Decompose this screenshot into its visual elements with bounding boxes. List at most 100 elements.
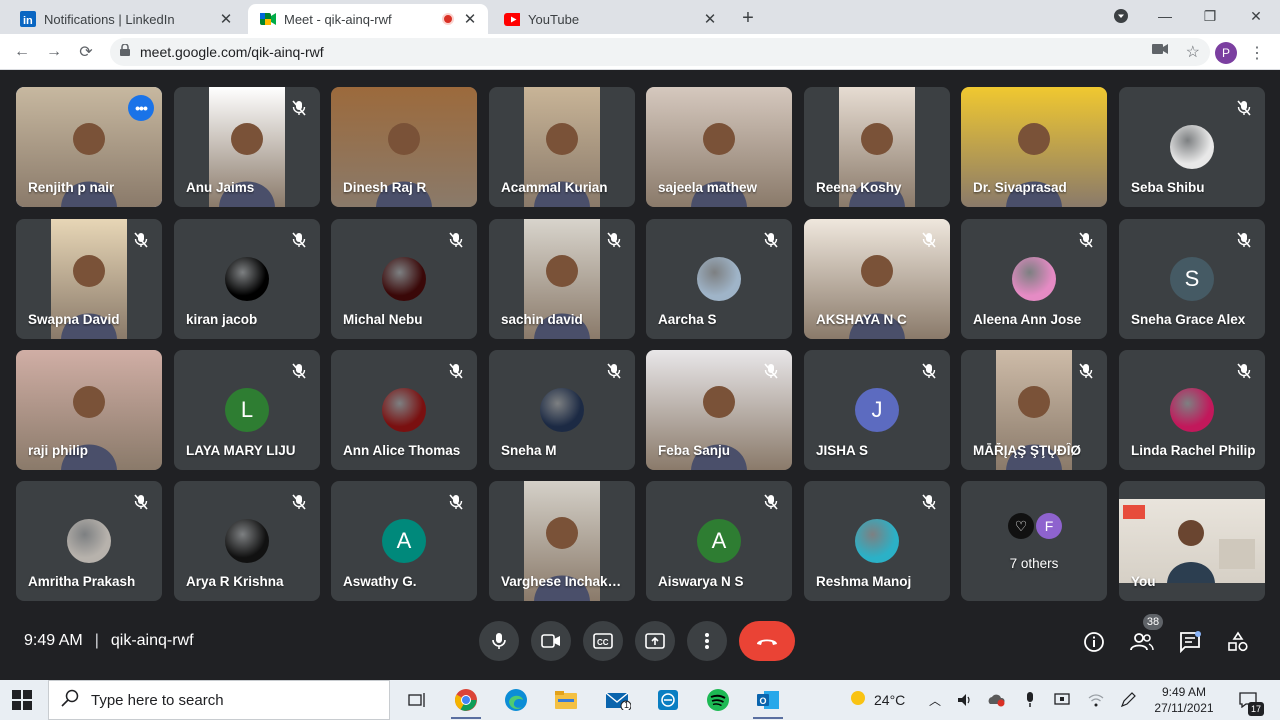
search-icon xyxy=(61,689,79,712)
camera-in-use-icon[interactable] xyxy=(1151,42,1168,62)
captions-button[interactable]: CC xyxy=(583,621,623,661)
wifi-icon[interactable] xyxy=(1086,690,1106,710)
close-tab-icon[interactable]: ✕ xyxy=(460,9,480,29)
participant-tile[interactable]: Reena Koshy xyxy=(804,87,950,207)
participant-tile[interactable]: You xyxy=(1119,481,1265,601)
participant-profile-picture xyxy=(67,519,111,563)
participant-tile[interactable]: Arya R Krishna xyxy=(174,481,320,601)
minimize-button[interactable]: ― xyxy=(1153,6,1177,26)
muted-mic-icon xyxy=(132,493,150,511)
present-screen-button[interactable] xyxy=(635,621,675,661)
participant-tile[interactable]: Dr. Sivaprasad xyxy=(961,87,1107,207)
participant-tile[interactable]: A Aswathy G. xyxy=(331,481,477,601)
file-explorer-icon[interactable] xyxy=(552,686,580,714)
participant-tile[interactable]: Varghese Inchakkalody xyxy=(489,481,635,601)
participant-tile[interactable]: MĀŘĮĄŞ ŞŢŲĐÎØ xyxy=(961,350,1107,470)
meeting-app-icon[interactable] xyxy=(654,686,682,714)
participant-tile[interactable]: L LAYA MARY LIJU xyxy=(174,350,320,470)
edge-taskbar-icon[interactable] xyxy=(502,686,530,714)
activities-icon xyxy=(1228,631,1248,652)
participant-tile[interactable]: Acammal Kurian xyxy=(489,87,635,207)
activities-button[interactable] xyxy=(1224,628,1252,656)
weather-widget[interactable]: 24°C xyxy=(848,688,905,711)
participant-tile[interactable]: A Aiswarya N S xyxy=(646,481,792,601)
participant-tile[interactable]: ••• Renjith p nair xyxy=(16,87,162,207)
muted-mic-icon xyxy=(605,362,623,380)
participant-tile[interactable]: raji philip xyxy=(16,350,162,470)
maximize-button[interactable]: ❐ xyxy=(1198,6,1222,26)
new-tab-button[interactable]: + xyxy=(736,6,760,30)
participant-tile[interactable]: kiran jacob xyxy=(174,219,320,339)
tab-linkedin[interactable]: in Notifications | LinkedIn ✕ xyxy=(8,4,244,34)
close-window-button[interactable]: ✕ xyxy=(1244,6,1268,26)
close-tab-icon[interactable]: ✕ xyxy=(700,9,720,29)
chat-button[interactable] xyxy=(1176,628,1204,656)
tab-youtube[interactable]: YouTube ✕ xyxy=(492,4,728,34)
tab-meet[interactable]: Meet - qik-ainq-rwf ✕ xyxy=(248,4,488,34)
browser-tab-strip: in Notifications | LinkedIn ✕ Meet - qik… xyxy=(0,0,1280,34)
meeting-details-button[interactable] xyxy=(1080,628,1108,656)
chrome-taskbar-icon[interactable] xyxy=(452,686,480,714)
tab-title: Notifications | LinkedIn xyxy=(44,11,175,27)
participant-name: Sneha M xyxy=(501,443,557,458)
tray-chevron-icon[interactable]: ︿ xyxy=(925,690,945,710)
project-display-icon[interactable] xyxy=(1052,690,1072,710)
profile-avatar[interactable]: P xyxy=(1215,42,1237,64)
participant-tile[interactable]: AKSHAYA N C xyxy=(804,219,950,339)
participant-name: Arya R Krishna xyxy=(186,574,284,589)
participant-tile[interactable]: sachin david xyxy=(489,219,635,339)
participant-tile[interactable]: Dinesh Raj R xyxy=(331,87,477,207)
clock-time: 9:49 AM xyxy=(1161,685,1207,699)
participant-name: Dinesh Raj R xyxy=(343,180,427,195)
participant-tile[interactable]: Linda Rachel Philip xyxy=(1119,350,1265,470)
participant-tile[interactable]: Aleena Ann Jose xyxy=(961,219,1107,339)
tab-search-icon[interactable] xyxy=(1109,6,1133,26)
volume-icon[interactable] xyxy=(955,690,975,710)
omnibox[interactable]: meet.google.com/qik-ainq-rwf ☆ xyxy=(110,38,1210,66)
participant-tile[interactable]: Anu Jaims xyxy=(174,87,320,207)
participant-tile[interactable]: J JISHA S xyxy=(804,350,950,470)
meeting-code: qik-ainq-rwf xyxy=(110,632,194,649)
bookmark-star-icon[interactable]: ☆ xyxy=(1186,42,1200,62)
participant-tile[interactable]: Aarcha S xyxy=(646,219,792,339)
weather-sun-icon xyxy=(848,688,868,711)
participant-name: Ann Alice Thomas xyxy=(343,443,461,458)
participant-tile[interactable]: Michal Nebu xyxy=(331,219,477,339)
leave-call-button[interactable] xyxy=(739,621,795,661)
microphone-tray-icon[interactable] xyxy=(1020,690,1040,710)
muted-mic-icon xyxy=(447,362,465,380)
close-tab-icon[interactable]: ✕ xyxy=(216,9,236,29)
onedrive-icon[interactable] xyxy=(986,690,1006,710)
pen-icon[interactable] xyxy=(1118,690,1138,710)
taskbar-search-box[interactable]: Type here to search xyxy=(48,680,390,720)
microphone-button[interactable] xyxy=(479,621,519,661)
participant-tile[interactable]: Swapna David xyxy=(16,219,162,339)
participant-tile[interactable]: sajeela mathew xyxy=(646,87,792,207)
windows-start-icon[interactable] xyxy=(12,690,34,712)
participant-tile[interactable]: Sneha M xyxy=(489,350,635,470)
more-options-button[interactable] xyxy=(687,621,727,661)
reload-button[interactable]: ⟳ xyxy=(74,40,98,64)
outlook-icon[interactable]: O xyxy=(754,686,782,714)
people-button[interactable] xyxy=(1128,628,1156,656)
task-view-icon[interactable] xyxy=(402,686,430,714)
address-bar-row: ← → ⟳ meet.google.com/qik-ainq-rwf ☆ xyxy=(0,34,1280,70)
camera-button[interactable] xyxy=(531,621,571,661)
participant-tile[interactable]: Feba Sanju xyxy=(646,350,792,470)
taskbar-clock[interactable]: 9:49 AM 27/11/2021 xyxy=(1152,684,1216,716)
back-button[interactable]: ← xyxy=(10,40,34,64)
muted-mic-icon xyxy=(605,231,623,249)
participant-tile[interactable]: ♡ F 7 others xyxy=(961,481,1107,601)
people-count-badge: 38 xyxy=(1143,614,1163,630)
tile-more-options-icon[interactable]: ••• xyxy=(128,95,154,121)
hang-up-icon xyxy=(757,639,777,645)
browser-menu-icon[interactable]: ⋮ xyxy=(1249,42,1265,64)
participant-tile[interactable]: Ann Alice Thomas xyxy=(331,350,477,470)
participant-tile[interactable]: Amritha Prakash xyxy=(16,481,162,601)
participant-tile[interactable]: Seba Shibu xyxy=(1119,87,1265,207)
participant-tile[interactable]: S Sneha Grace Alex xyxy=(1119,219,1265,339)
forward-button[interactable]: → xyxy=(42,40,66,64)
active-app-indicator xyxy=(451,717,481,719)
spotify-icon[interactable] xyxy=(704,686,732,714)
participant-tile[interactable]: Reshma Manoj xyxy=(804,481,950,601)
